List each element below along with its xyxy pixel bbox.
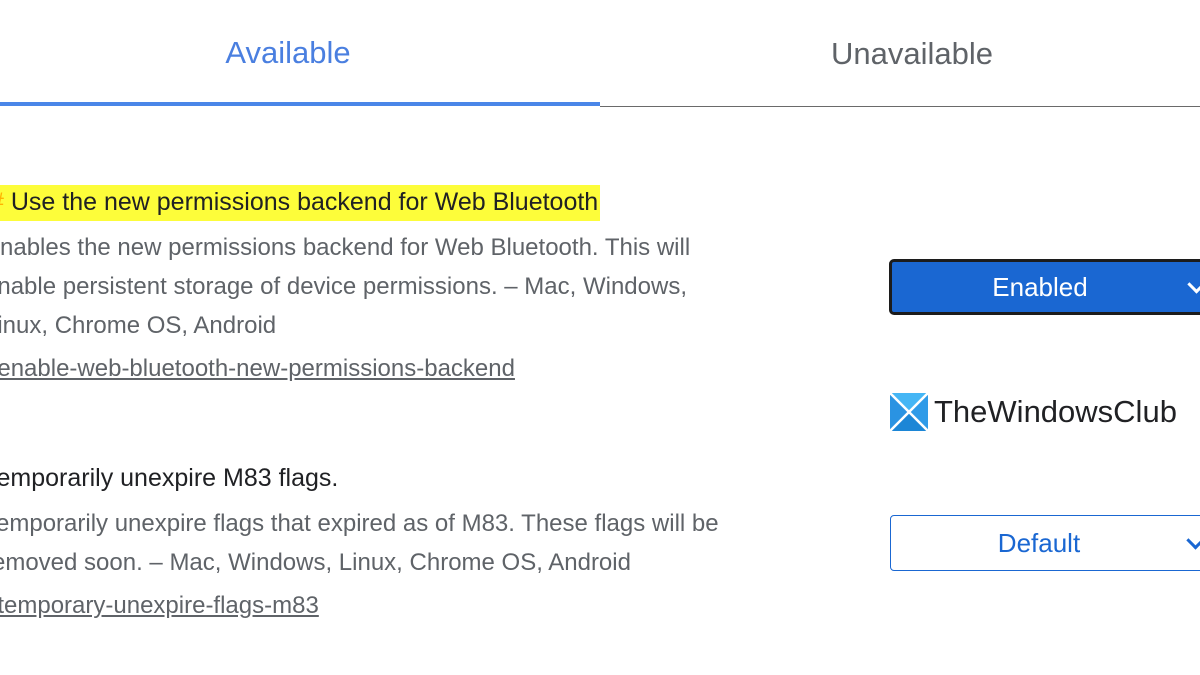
tab-unavailable-label: Unavailable xyxy=(831,36,993,71)
select-value: Enabled xyxy=(992,271,1088,302)
watermark-text: TheWindowsClub xyxy=(934,394,1177,429)
flag-state-select-web-bluetooth[interactable]: Enabled xyxy=(890,260,1200,314)
flags-page: Available Unavailable # Use the new perm… xyxy=(0,0,1200,675)
windows-logo-icon xyxy=(890,393,928,431)
chevron-down-icon xyxy=(1186,531,1200,550)
chevron-down-icon xyxy=(1187,275,1200,294)
tab-unavailable[interactable]: Unavailable xyxy=(600,0,1200,108)
flag-title-text: Use the new permissions backend for Web … xyxy=(10,188,599,216)
thewindowsclub-watermark: TheWindowsClub xyxy=(890,393,1177,431)
flag-title-text: Temporarily unexpire M83 flags. xyxy=(0,464,339,492)
flag-anchor-link[interactable]: #temporary-unexpire-flags-m83 xyxy=(0,588,319,624)
flag-anchor-marker: # xyxy=(0,188,4,216)
flag-state-select-unexpire-m83[interactable]: Default xyxy=(890,515,1200,571)
flag-title: # Use the new permissions backend for We… xyxy=(0,182,844,222)
flag-description: Temporarily unexpire flags that expired … xyxy=(0,504,844,582)
flag-anchor-link[interactable]: #enable-web-bluetooth-new-permissions-ba… xyxy=(0,351,515,387)
tab-available-label: Available xyxy=(225,35,351,70)
flag-description: Enables the new permissions backend for … xyxy=(0,228,844,345)
flag-description-line: enable persistent storage of device perm… xyxy=(0,273,687,300)
flag-title: Temporarily unexpire M83 flags. xyxy=(0,458,844,498)
tab-available[interactable]: Available xyxy=(0,0,600,108)
flag-description-line: removed soon. – Mac, Windows, Linux, Chr… xyxy=(0,549,631,576)
active-tab-indicator xyxy=(0,102,600,106)
tab-bar: Available Unavailable xyxy=(0,0,1200,108)
flag-description-line: Temporarily unexpire flags that expired … xyxy=(0,510,719,537)
flag-entry-web-bluetooth: # Use the new permissions backend for We… xyxy=(0,182,860,387)
flag-title-highlight: # Use the new permissions backend for We… xyxy=(0,185,601,221)
flag-description-line: Linux, Chrome OS, Android xyxy=(0,312,277,339)
select-value: Default xyxy=(997,527,1081,558)
tab-divider xyxy=(600,106,1200,107)
flag-description-line: Enables the new permissions backend for … xyxy=(0,234,691,261)
flag-entry-unexpire-m83: Temporarily unexpire M83 flags. Temporar… xyxy=(0,458,860,624)
